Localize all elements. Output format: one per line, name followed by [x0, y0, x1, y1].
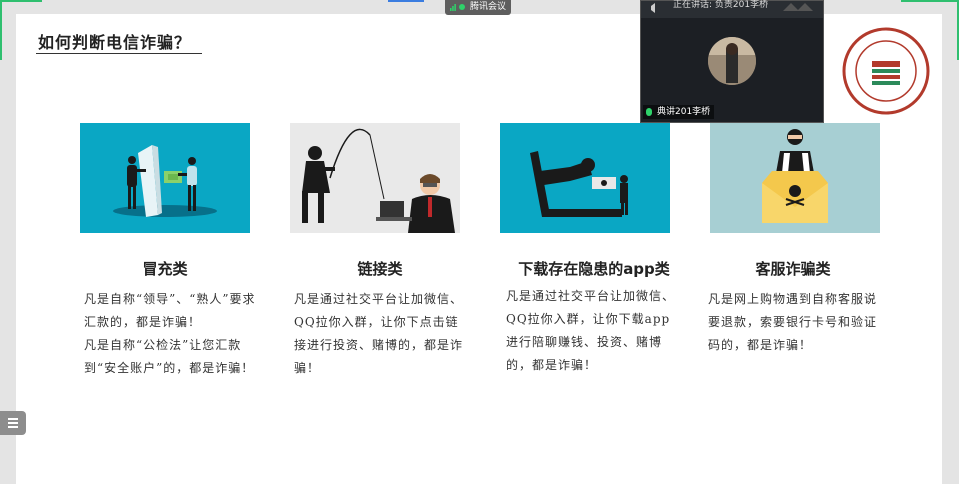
card-image-fake-customer-service	[710, 123, 880, 233]
video-toolbar-icon[interactable]	[779, 1, 819, 15]
title-underline	[36, 53, 202, 54]
card-title-phishing-link: 链接类	[357, 260, 403, 278]
corner-mark-top-left	[0, 0, 2, 60]
card-desc-line: 凡是通过社交平台让加微信、QQ拉你入群，让你下载app进行陪聊赚钱、投资、赌博的…	[506, 289, 676, 372]
participant-avatar	[708, 37, 756, 85]
recording-status-icon	[459, 4, 465, 10]
card-desc-line: 凡是通过社交平台让加微信、QQ拉你入群，让你下点击链接进行投资、赌博的，都是诈骗…	[294, 292, 464, 375]
meeting-status-pill[interactable]: 腾讯会议	[445, 0, 511, 15]
menu-icon	[8, 426, 18, 428]
university-logo	[842, 27, 930, 115]
card-desc-line: 凡是自称“领导”、“熟人”要求汇款的，都是诈骗！	[84, 292, 256, 329]
card-title-fake-customer-service: 客服诈骗类	[755, 260, 831, 278]
speaker-icon	[651, 3, 655, 13]
slide-title: 如何判断电信诈骗？	[38, 33, 192, 52]
card-image-malicious-app	[500, 123, 670, 233]
screen-share-tab[interactable]	[388, 0, 424, 2]
impersonation-illustration	[113, 145, 217, 217]
card-desc-malicious-app: 凡是通过社交平台让加微信、QQ拉你入群，让你下载app进行陪聊赚钱、投资、赌博的…	[506, 285, 682, 377]
card-desc-line: 凡是网上购物遇到自称客服说要退款，索要银行卡号和验证码的，都是诈骗！	[708, 292, 878, 352]
university-seal-icon	[842, 27, 930, 115]
malicious-app-illustration	[530, 151, 628, 217]
menu-icon	[8, 422, 18, 424]
card-desc-fake-customer-service: 凡是网上购物遇到自称客服说要退款，索要银行卡号和验证码的，都是诈骗！	[708, 288, 884, 357]
card-desc-impersonation: 凡是自称“领导”、“熟人”要求汇款的，都是诈骗！ 凡是自称“公检法”让您汇款到“…	[84, 288, 260, 380]
card-image-impersonation	[80, 123, 250, 233]
video-header: 正在讲话: 负责201李桥	[641, 0, 823, 18]
speaking-indicator-text: 正在讲话: 负责201李桥	[673, 0, 769, 10]
participant-photo-icon	[708, 37, 756, 85]
card-desc-phishing-link: 凡是通过社交平台让加微信、QQ拉你入群，让你下点击链接进行投资、赌博的，都是诈骗…	[294, 288, 470, 380]
fake-customer-service-illustration	[762, 129, 828, 223]
microphone-icon	[646, 108, 652, 116]
menu-icon	[8, 418, 18, 420]
corner-mark-top-left-h	[0, 0, 42, 2]
participant-name-tag: 典讲201李桥	[643, 105, 715, 119]
card-title-impersonation: 冒充类	[142, 260, 188, 278]
slide-menu-button[interactable]	[0, 411, 26, 435]
speaker-video-panel[interactable]: 正在讲话: 负责201李桥 典讲201李桥	[640, 0, 824, 123]
card-title-malicious-app: 下载存在隐患的app类	[518, 260, 670, 278]
phishing-link-illustration	[302, 128, 455, 233]
participant-name: 典讲201李桥	[657, 107, 711, 117]
corner-mark-top-right-h	[901, 0, 959, 2]
signal-bars-icon	[450, 4, 456, 11]
card-desc-line: 凡是自称“公检法”让您汇款到“安全账户”的，都是诈骗！	[84, 338, 255, 375]
card-image-phishing-link	[290, 123, 460, 233]
meeting-app-label: 腾讯会议	[470, 2, 507, 12]
